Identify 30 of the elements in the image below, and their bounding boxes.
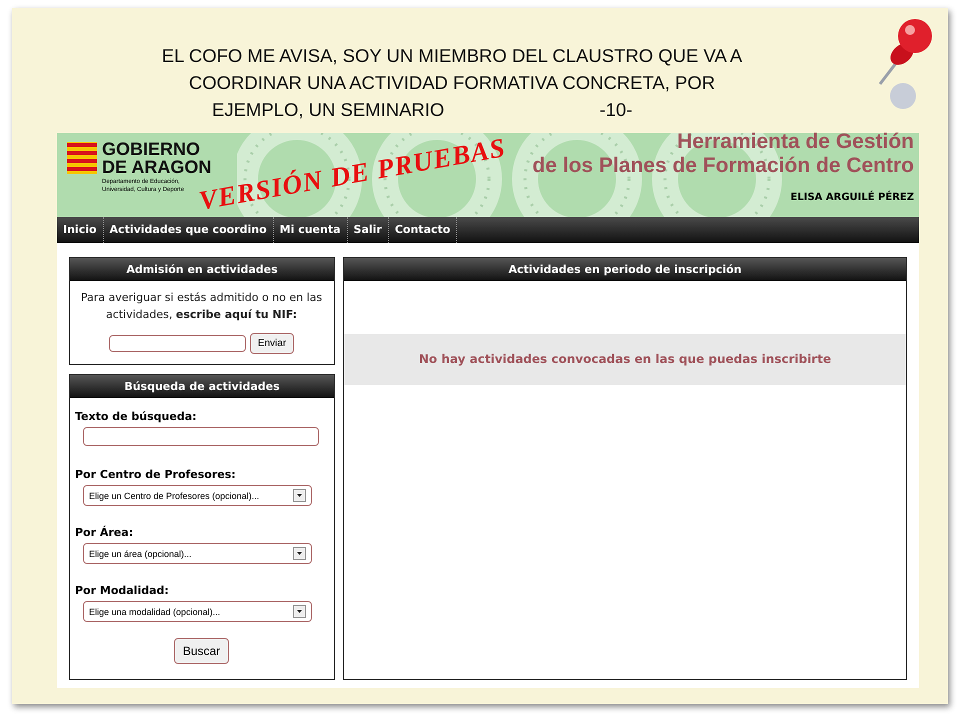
slide-title-line: COORDINAR UNA ACTIVIDAD FORMATIVA CONCRETA, POR — [188, 72, 716, 93]
instruction-text: Para averiguar si estás admitido o no en las actividades, escribe aquí tu NIF: — [80, 290, 324, 323]
nav-link[interactable]: Salir — [348, 217, 389, 243]
nav-link[interactable]: Actividades que coordino — [104, 217, 274, 243]
panel-header: Búsqueda de actividades — [70, 375, 334, 398]
empty-message: No hay actividades convocadas en las que puedas inscribirte — [344, 334, 906, 385]
dropdown[interactable]: Elige un Centro de Profesores (opcional)... — [83, 485, 312, 506]
user-name: ELISA ARGUILÉ PÉREZ — [790, 192, 914, 203]
send-button[interactable]: Enviar — [250, 333, 294, 354]
panel-header: Actividades en periodo de inscripción — [344, 258, 906, 281]
dropdown[interactable]: Elige un área (opcional)... — [83, 543, 312, 564]
panel-header: Admisión en actividades — [70, 258, 334, 281]
nav-link[interactable]: Inicio — [57, 217, 104, 243]
field-label: Por Centro de Profesores: — [75, 468, 237, 481]
nav-link[interactable]: Mi cuenta — [274, 217, 348, 243]
search-input-field[interactable] — [83, 427, 319, 446]
nav-link[interactable]: Contacto — [388, 217, 458, 243]
page-number: -10- — [599, 99, 632, 120]
striped-flag-icon — [67, 142, 97, 174]
site-title: de los Planes de Formación de Centro — [532, 154, 914, 178]
dropdown[interactable]: Elige una modalidad (opcional)... — [83, 601, 312, 622]
field-label: Por Área: — [75, 526, 134, 539]
search-button[interactable]: Buscar — [174, 638, 230, 664]
field-label: Por Modalidad: — [75, 584, 170, 597]
nif-input-field[interactable] — [108, 335, 246, 352]
site-title: Herramienta de Gestión — [677, 130, 914, 154]
logo-name: GOBIERNO — [102, 140, 202, 158]
slide-title-line: EJEMPLO, UN SEMINARIO — [212, 99, 444, 120]
slide-title-line: EL COFO ME AVISA, SOY UN MIEMBRO DEL CLAUSTRO QUE VA A — [162, 45, 742, 66]
field-label: Texto de búsqueda: — [75, 410, 198, 423]
